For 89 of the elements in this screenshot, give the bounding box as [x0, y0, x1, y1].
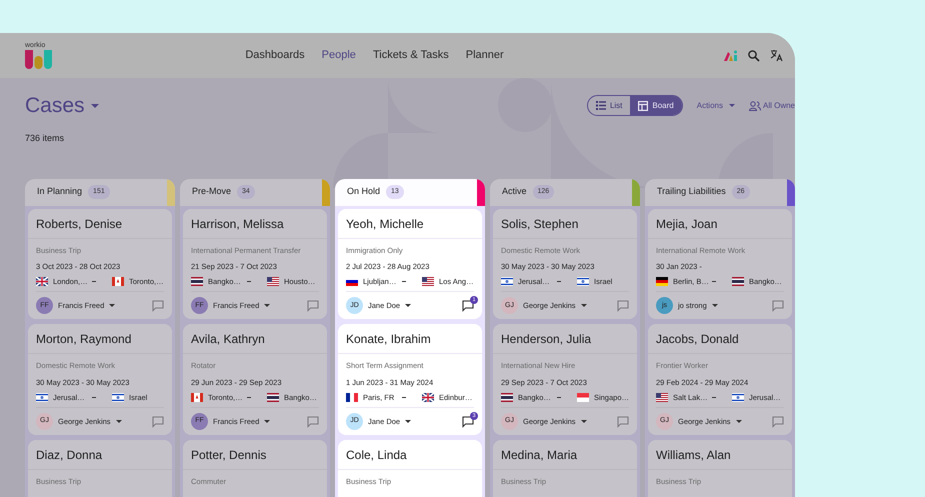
flag-icon — [577, 277, 589, 286]
item-count: 736 items — [25, 132, 64, 145]
person-name: Avila, Kathryn — [191, 332, 265, 346]
comment-icon — [617, 416, 629, 428]
column-title: Active — [502, 185, 527, 198]
flag-icon — [36, 277, 48, 286]
dash-icon — [92, 396, 96, 398]
search-icon[interactable] — [748, 50, 760, 62]
flag-icon — [112, 277, 124, 286]
flag-icon — [112, 392, 124, 402]
person-name: Roberts, Denise — [36, 216, 122, 230]
dash-icon — [402, 281, 406, 282]
person-name: Potter, Dennis — [191, 448, 266, 462]
nav-tab[interactable]: Planner — [466, 47, 504, 64]
actions-dropdown[interactable]: Actions — [696, 100, 735, 112]
flag-icon — [191, 392, 203, 402]
dash-icon — [557, 281, 561, 282]
flag-icon — [501, 392, 513, 402]
comment-icon — [307, 300, 319, 312]
flag-icon — [501, 277, 513, 286]
dash-icon — [247, 281, 251, 282]
flag-icon — [732, 392, 744, 402]
column-title: In Planning — [37, 185, 82, 198]
translate-icon[interactable] — [770, 49, 783, 62]
caret-icon — [264, 304, 270, 308]
comment-icon — [772, 416, 784, 428]
board-view-button[interactable]: Board — [630, 96, 682, 115]
dash-icon — [402, 396, 406, 398]
caret-icon — [736, 420, 742, 423]
caret-icon — [109, 304, 116, 308]
person-name: Yeoh, Michelle — [346, 216, 424, 230]
flag-icon — [732, 277, 744, 286]
comment-icon — [462, 300, 474, 312]
person-name: Solis, Stephen — [501, 216, 578, 230]
owner-filter[interactable]: All Owne — [748, 100, 795, 112]
person-name: Konate, Ibrahim — [346, 332, 431, 346]
logo-icon — [25, 50, 52, 69]
person-name: Morton, Raymond — [36, 332, 132, 346]
ai-logo-icon[interactable] — [724, 50, 738, 62]
column-title: Trailing Liabilities — [657, 185, 726, 198]
person-name: Jacobs, Donald — [656, 332, 739, 346]
person-name: Harrison, Melissa — [191, 216, 284, 230]
people-icon — [748, 100, 761, 110]
dash-icon — [92, 281, 96, 282]
column-title: Pre-Move — [192, 185, 232, 198]
flag-icon — [656, 392, 668, 402]
person-name: Cole, Linda — [346, 448, 407, 462]
caret-icon — [90, 104, 99, 108]
comment-icon — [772, 300, 784, 312]
person-name: Medina, Maria — [501, 448, 578, 462]
column-title: On Hold — [347, 185, 380, 198]
caret-icon — [264, 420, 270, 423]
caret-icon — [405, 304, 412, 308]
list-view-button[interactable]: List — [588, 96, 630, 115]
flag-icon — [422, 277, 434, 286]
dash-icon — [712, 396, 716, 398]
page-title-dropdown[interactable]: Cases — [25, 93, 99, 119]
nav-tab[interactable]: People — [322, 47, 356, 64]
caret-icon — [580, 420, 587, 423]
comment-icon — [617, 300, 629, 312]
caret-icon — [712, 304, 718, 308]
caret-icon — [116, 420, 122, 423]
comment-icon — [462, 416, 474, 428]
flag-icon — [191, 277, 203, 286]
person-name: Diaz, Donna — [36, 448, 102, 462]
flag-icon — [346, 277, 358, 286]
flag-icon — [36, 392, 48, 402]
board-icon — [638, 100, 648, 110]
flag-icon — [422, 392, 434, 402]
dash-icon — [247, 396, 251, 398]
comment-icon — [152, 416, 164, 428]
dash-icon — [556, 396, 561, 398]
nav-tab[interactable]: Tickets & Tasks — [372, 47, 449, 64]
caret-icon — [728, 104, 735, 107]
comment-icon — [152, 300, 164, 312]
caret-icon — [580, 304, 587, 308]
flag-icon — [576, 392, 589, 402]
comment-icon — [307, 416, 319, 428]
dash-icon — [712, 281, 716, 282]
flag-icon — [267, 277, 279, 286]
flag-icon — [267, 392, 279, 402]
person-name: Henderson, Julia — [501, 332, 592, 346]
flag-icon — [346, 392, 358, 402]
caret-icon — [405, 420, 412, 423]
list-icon — [596, 101, 606, 110]
person-name: Mejia, Joan — [656, 216, 718, 230]
nav-tab[interactable]: Dashboards — [245, 47, 305, 64]
person-name: Williams, Alan — [656, 448, 731, 462]
flag-icon — [656, 277, 668, 286]
